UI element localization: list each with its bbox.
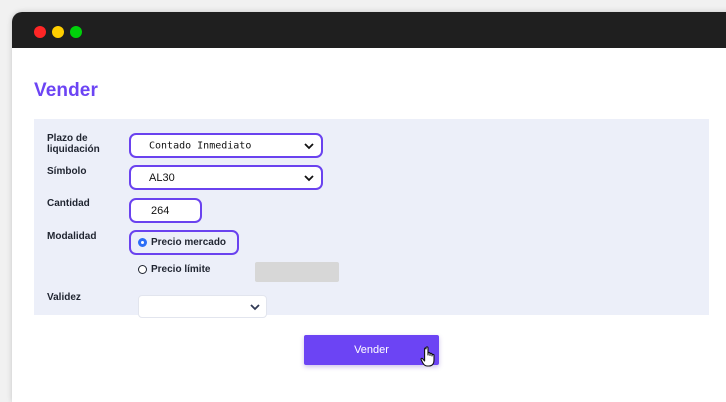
limit-price-input bbox=[255, 262, 339, 282]
app-window: Vender Plazo de liquidación Contado Inme… bbox=[12, 12, 726, 402]
chevron-down-icon bbox=[304, 143, 314, 150]
hand-pointer-icon bbox=[420, 346, 435, 367]
chevron-down-icon bbox=[304, 175, 314, 182]
validity-select[interactable] bbox=[138, 295, 267, 318]
limit-price-radio[interactable] bbox=[138, 265, 147, 274]
minimize-window-dot[interactable] bbox=[52, 26, 64, 38]
quantity-label: Cantidad bbox=[47, 198, 90, 209]
close-window-dot[interactable] bbox=[34, 26, 46, 38]
page-title: Vender bbox=[34, 80, 98, 101]
sell-form-panel: Plazo de liquidación Contado Inmediato S… bbox=[34, 119, 709, 318]
chevron-down-icon bbox=[250, 303, 260, 310]
market-price-radio[interactable] bbox=[138, 238, 147, 247]
limit-price-option[interactable]: Precio límite bbox=[138, 264, 210, 275]
validity-label: Validez bbox=[47, 292, 81, 303]
settlement-select-highlight: Contado Inmediato bbox=[129, 133, 323, 158]
maximize-window-dot[interactable] bbox=[70, 26, 82, 38]
symbol-select[interactable]: AL30 bbox=[134, 170, 318, 186]
window-titlebar bbox=[12, 12, 726, 48]
settlement-label: Plazo de liquidación bbox=[47, 133, 100, 155]
mode-label: Modalidad bbox=[47, 231, 97, 242]
settlement-select[interactable]: Contado Inmediato bbox=[134, 138, 318, 154]
market-price-label: Precio mercado bbox=[151, 237, 227, 248]
symbol-label: Símbolo bbox=[47, 166, 87, 177]
limit-price-label: Precio límite bbox=[151, 264, 211, 275]
quantity-input-highlight: 264 bbox=[129, 198, 202, 223]
settlement-select-value: Contado Inmediato bbox=[149, 140, 252, 152]
quantity-input[interactable]: 264 bbox=[134, 203, 197, 219]
settlement-label-line-1: Plazo de bbox=[47, 133, 88, 144]
quantity-input-value: 264 bbox=[151, 205, 170, 217]
market-price-option[interactable]: Precio mercado bbox=[138, 237, 226, 248]
settlement-label-line-2: liquidación bbox=[47, 144, 100, 155]
sell-button[interactable]: Vender bbox=[304, 335, 439, 365]
symbol-select-highlight: AL30 bbox=[129, 165, 323, 190]
symbol-select-value: AL30 bbox=[149, 172, 175, 184]
